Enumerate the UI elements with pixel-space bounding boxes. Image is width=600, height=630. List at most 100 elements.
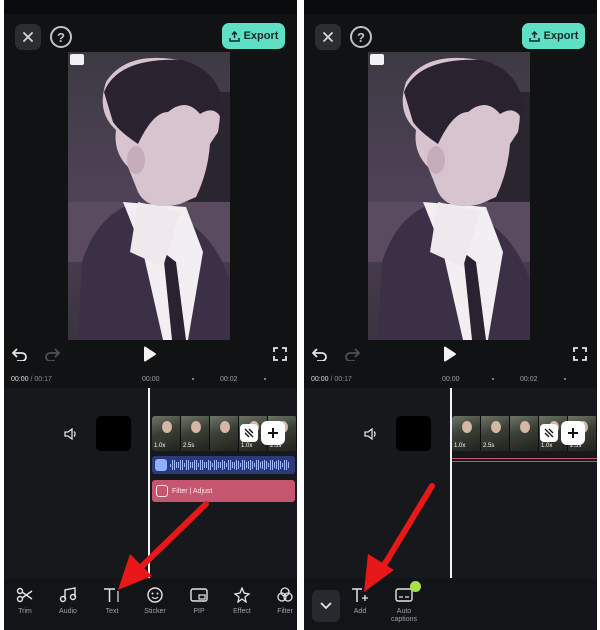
undo-button[interactable] [12,347,28,361]
tool-add-text[interactable]: Add [340,587,380,616]
waveform-bar [220,461,221,469]
plus-icon [268,428,278,438]
filter-track-label: Filter | Adjust [172,487,213,495]
tool-pip[interactable]: PIP [179,587,219,616]
transition-icon [544,428,554,438]
help-icon: ? [57,29,65,45]
player-controls [304,342,597,366]
close-button[interactable] [15,24,41,50]
help-icon: ? [357,29,365,45]
ruler-dot [564,378,566,380]
help-button[interactable]: ? [350,26,372,48]
audio-waveform [170,459,293,471]
upload-icon [528,30,540,42]
collapse-button[interactable] [312,590,340,622]
tool-effect[interactable]: Effect [222,587,262,616]
speaker-icon [64,428,76,440]
help-button[interactable]: ? [50,26,72,48]
undo-button[interactable] [312,347,328,361]
clip-frame: 1.0x [452,416,481,451]
undo-icon [12,348,27,361]
clip-frame: 1.0x [152,416,181,451]
bottom-toolbar: Trim Audio Text Sticker PIP Effect Filte… [4,578,297,630]
waveform-bar [224,460,225,470]
waveform-bar [274,462,275,468]
tool-trim[interactable]: Trim [5,587,45,616]
waveform-bar [218,461,219,469]
play-button[interactable] [442,346,456,362]
template-badge-icon [370,54,384,65]
clip-frame [210,416,239,451]
mute-button[interactable] [364,428,378,440]
ruler-label: 00:00 [442,376,460,383]
music-note-icon [59,587,77,603]
tool-audio[interactable]: Audio [48,587,88,616]
pip-icon [190,588,208,602]
play-button[interactable] [142,346,156,362]
video-preview[interactable] [68,52,230,340]
upload-icon [228,30,240,42]
waveform-bar [286,459,287,471]
ruler-dot [264,378,266,380]
waveform-bar [174,459,175,471]
waveform-bar [214,460,215,470]
add-clip-button[interactable] [561,421,585,445]
fullscreen-button[interactable] [573,347,587,361]
waveform-bar [230,459,231,471]
export-button[interactable]: Export [222,23,285,49]
tool-filter[interactable]: Filter [265,587,297,616]
redo-button[interactable] [44,347,60,361]
collapsed-tracks [452,458,597,462]
tool-sticker[interactable]: Sticker [135,587,175,616]
transition-button[interactable] [540,424,558,442]
waveform-bar [252,460,253,470]
transition-button[interactable] [240,424,258,442]
text-add-icon [352,588,368,602]
waveform-bar [284,460,285,470]
add-clip-button[interactable] [261,421,285,445]
chevron-down-icon [320,602,332,610]
cover-thumbnail[interactable] [96,416,131,451]
waveform-bar [248,461,249,469]
timecode-row: 00:00 / 00:17 00:00 00:02 [4,372,297,386]
playhead[interactable] [148,388,150,578]
export-button[interactable]: Export [522,23,585,49]
waveform-bar [242,460,243,470]
waveform-bar [256,460,257,470]
tool-text[interactable]: Text [92,587,132,616]
waveform-bar [282,462,283,468]
tool-auto-captions[interactable]: Auto captions [384,581,424,624]
waveform-bar [232,462,233,468]
ruler-dot [192,378,194,380]
waveform-bar [254,463,255,467]
fullscreen-button[interactable] [273,347,287,361]
close-button[interactable] [315,24,341,50]
clip-frame [510,416,539,451]
waveform-bar [226,463,227,467]
filter-track[interactable]: Filter | Adjust [152,480,295,502]
waveform-bar [190,461,191,469]
waveform-bar [240,463,241,467]
filter-icon [156,485,168,497]
transition-icon [244,428,254,438]
undo-icon [312,348,327,361]
waveform-bar [216,459,217,471]
plus-icon [568,428,578,438]
speaker-icon [364,428,376,440]
timeline[interactable]: 1.0x 2.5s 1.0x 2.5s [304,388,597,578]
playhead[interactable] [450,388,452,578]
clip-frame: 2.5s [481,416,510,451]
redo-button[interactable] [344,347,360,361]
cover-thumbnail[interactable] [396,416,431,451]
waveform-bar [246,462,247,468]
video-preview[interactable] [368,52,530,340]
waveform-bar [268,463,269,467]
timeline[interactable]: 1.0x 2.5s 1.0x 2.5s Filter | Adjust [4,388,297,578]
waveform-bar [260,462,261,468]
text-toolbar: Add Auto captions [304,578,597,630]
waveform-bar [212,463,213,467]
audio-track[interactable] [152,456,295,474]
mute-button[interactable] [64,428,78,440]
waveform-bar [236,459,237,471]
waveform-bar [196,460,197,470]
